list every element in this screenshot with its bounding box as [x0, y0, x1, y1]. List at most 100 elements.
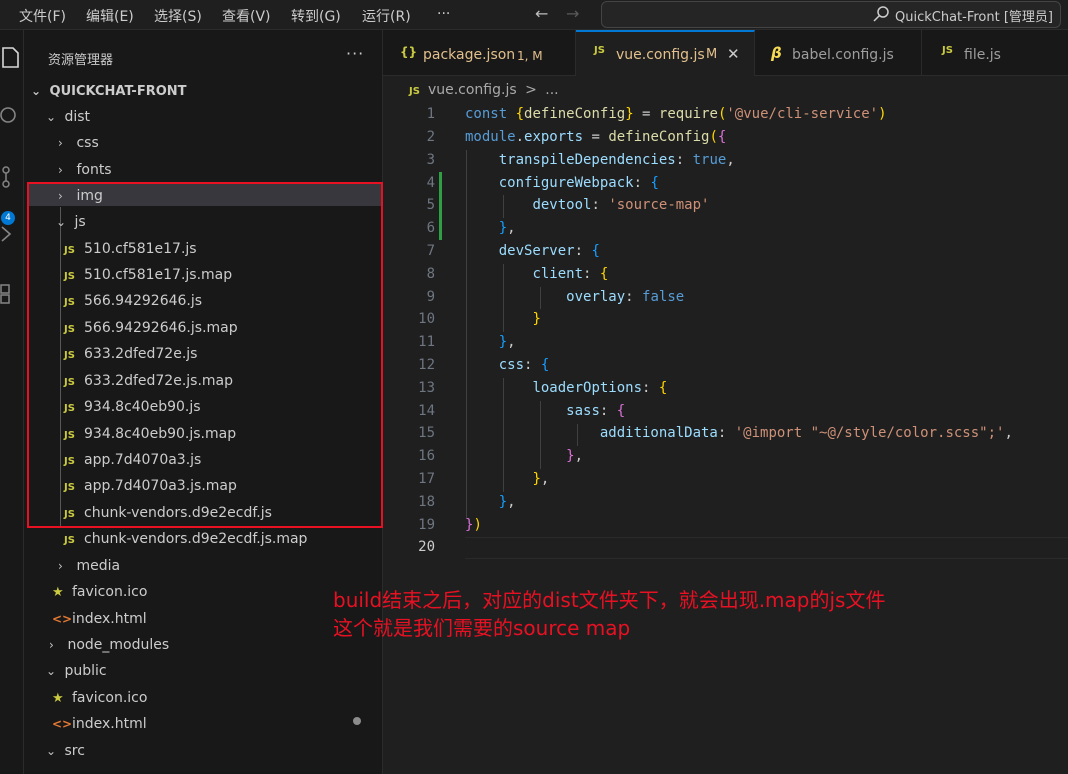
tree-file[interactable]: ★ favicon.ico [52, 579, 147, 605]
tree-file[interactable]: <>index.html [52, 711, 147, 737]
line-number: 19 [418, 517, 435, 533]
chevron-right-icon: › [49, 638, 54, 652]
line-number: 6 [426, 220, 435, 236]
tree-folder-src[interactable]: ⌄ src [46, 738, 85, 764]
code-line: }, [498, 220, 516, 236]
chevron-right-icon: › [58, 559, 63, 573]
tree-item-label: public [64, 663, 107, 679]
js-file-icon: JS [594, 45, 605, 56]
tree-folder-node-modules[interactable]: › node_modules [49, 632, 169, 658]
tree-item-label: chunk-vendors.d9e2ecdf.js.map [84, 531, 308, 547]
line-number: 4 [426, 175, 435, 191]
tree-item-label: index.html [72, 716, 147, 732]
code-line: transpileDependencies: true, [498, 152, 735, 168]
menu-file[interactable]: 文件(F) [19, 6, 66, 26]
menu-selection[interactable]: 选择(S) [154, 6, 202, 26]
line-number: 15 [418, 425, 435, 441]
run-debug-icon[interactable] [0, 220, 24, 248]
code-line: }, [498, 334, 516, 350]
menu-view[interactable]: 查看(V) [222, 6, 271, 26]
tree-folder-dist[interactable]: ⌄ dist [46, 104, 90, 130]
line-number: 13 [418, 380, 435, 396]
tab-label: vue.config.js [616, 47, 705, 63]
chevron-right-icon: › [58, 136, 63, 150]
tree-item-label: media [76, 558, 121, 574]
menu-more[interactable]: ··· [437, 6, 450, 22]
line-number: 14 [418, 403, 435, 419]
tab-file-js[interactable]: JS file.js [922, 30, 1068, 76]
tab-vue-config-js[interactable]: JS vue.config.js M ✕ [576, 30, 755, 76]
tree-folder-public[interactable]: ⌄ public [46, 658, 107, 684]
close-icon[interactable]: ✕ [727, 45, 740, 63]
line-number: 2 [426, 129, 435, 145]
js-file-icon: JS [409, 86, 420, 97]
tree-item-label: index.html [72, 611, 147, 627]
code-line: }, [498, 494, 516, 510]
search-sidebar-icon[interactable] [0, 102, 24, 130]
line-number: 5 [426, 197, 435, 213]
menu-edit[interactable]: 编辑(E) [86, 6, 134, 26]
code-line: loaderOptions: { [532, 380, 668, 396]
tree-folder-media[interactable]: › media [58, 553, 120, 579]
line-number: 1 [426, 106, 435, 122]
breadcrumb: JS vue.config.js > ... [409, 82, 559, 98]
code-line: }, [532, 471, 550, 487]
tree-folder-css[interactable]: › css [58, 130, 99, 156]
code-editor[interactable]: 1 2 3 4 5 6 7 8 9 10 11 12 13 14 15 16 1… [383, 104, 1068, 774]
source-control-icon[interactable] [0, 162, 24, 190]
tree-item-label: favicon.ico [72, 690, 148, 706]
tab-status: 1, M [517, 49, 543, 63]
tree-file[interactable]: ★ favicon.ico [52, 685, 147, 711]
chevron-down-icon: ⌄ [46, 744, 57, 758]
breadcrumb-rest[interactable]: ... [545, 82, 558, 98]
tree-file[interactable]: JS chunk-vendors.d9e2ecdf.js.map [64, 526, 307, 552]
menu-goto[interactable]: 转到(G) [291, 6, 341, 26]
code-line: overlay: false [566, 289, 685, 305]
chevron-down-icon: ⌄ [46, 664, 57, 678]
code-line: additionalData: '@import "~@/style/color… [599, 425, 1013, 441]
title-bar: 文件(F) 编辑(E) 选择(S) 查看(V) 转到(G) 运行(R) ··· … [0, 0, 1068, 30]
forward-arrow-icon[interactable]: → [566, 4, 579, 23]
annotation-line: 这个就是我们需要的source map [333, 616, 631, 640]
line-number: 10 [418, 311, 435, 327]
js-file-icon: JS [942, 45, 953, 56]
line-number: 18 [418, 494, 435, 510]
tree-item-label: src [64, 743, 85, 759]
menu-run[interactable]: 运行(R) [362, 6, 411, 26]
tree-file[interactable]: <>index.html [52, 606, 147, 632]
code-line: const {defineConfig} = require('@vue/cli… [465, 106, 887, 122]
line-number: 7 [426, 243, 435, 259]
favicon-star-icon: ★ [52, 691, 64, 706]
git-modified-gutter [439, 172, 442, 240]
line-number: 9 [426, 289, 435, 305]
back-arrow-icon[interactable]: ← [535, 4, 548, 23]
explorer-more-button[interactable]: ··· [346, 44, 364, 63]
annotation-line: build结束之后，对应的dist文件夹下，就会出现.map的js文件 [333, 588, 886, 612]
tab-status: M [706, 47, 718, 62]
tab-package-json[interactable]: {} package.json 1, M [383, 30, 576, 76]
line-number: 8 [426, 266, 435, 282]
code-line: sass: { [566, 403, 626, 419]
line-number: 3 [426, 152, 435, 168]
code-line: client: { [532, 266, 609, 282]
babel-file-icon: β [771, 44, 782, 62]
line-number: 17 [418, 471, 435, 487]
tree-folder-fonts[interactable]: › fonts [58, 157, 112, 183]
highlight-box [27, 182, 383, 528]
explorer-icon[interactable] [0, 44, 24, 72]
tab-babel-config-js[interactable]: β babel.config.js [755, 30, 922, 76]
line-number: 16 [418, 448, 435, 464]
chevron-right-icon: › [58, 163, 63, 177]
tab-label: package.json [423, 47, 516, 63]
line-number: 11 [418, 334, 435, 350]
breadcrumb-file[interactable]: vue.config.js [428, 82, 517, 98]
code-line: module.exports = defineConfig({ [465, 129, 727, 145]
js-file-icon: JS [64, 535, 75, 546]
chevron-down-icon: ⌄ [46, 110, 57, 124]
line-number: 20 [418, 539, 435, 555]
code-line: }) [465, 517, 482, 533]
explorer-root[interactable]: ⌄ QUICKCHAT-FRONT [31, 78, 187, 104]
extensions-icon[interactable] [0, 280, 24, 308]
chevron-down-icon: ⌄ [31, 84, 42, 98]
breadcrumb-separator: > [525, 82, 537, 98]
